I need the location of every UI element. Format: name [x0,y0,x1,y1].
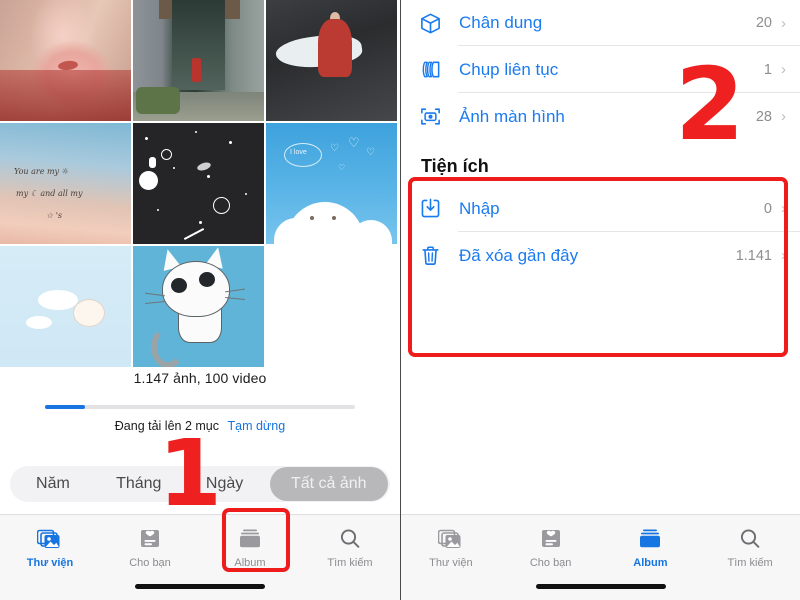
tab-library[interactable]: Thư viện [0,524,100,569]
album-row-portrait[interactable]: Chân dung 20 › [401,0,800,46]
album-count: 28 [755,108,772,125]
tab-library-label: Thư viện [429,557,473,569]
home-indicator [535,584,666,589]
home-indicator [135,584,265,589]
planet-icon [161,149,172,160]
tab-albums[interactable]: Album [601,524,701,569]
photos-icon [401,524,501,554]
tab-for-you[interactable]: Cho bạn [501,524,601,569]
cat-eye [171,278,187,293]
tab-library-label: Thư viện [26,557,74,569]
star-icon [245,193,247,195]
photos-icon [0,524,100,554]
quote-line-2: my ☾ and all my [16,189,83,198]
upload-progress-bar [45,405,355,409]
tab-search[interactable]: Tìm kiếm [700,524,800,569]
annotation-step-2: 2 [675,46,745,163]
tab-for-you-label: Cho bạn [529,557,572,569]
annotation-step-1: 1 [158,420,223,527]
satellite-icon [196,161,212,172]
album-count: 20 [755,15,772,31]
cloud-shape [38,290,78,310]
star-icon [195,131,197,133]
star-icon [199,221,202,224]
panel-divider [400,0,401,600]
photo-decor [135,87,181,114]
library-summary: 1.147 ảnh, 100 video [133,370,267,386]
photo-decor [191,58,201,83]
planet-icon [213,197,230,214]
photo-bunny-sky[interactable] [0,246,131,367]
star-icon [207,175,210,178]
shooting-star-icon [183,227,205,241]
search-icon [700,524,800,554]
right-tab-bar: Thư viện Cho bạn Album Tìm kiếm [401,514,800,600]
tab-for-you-label: Cho bạn [129,557,171,569]
photo-grid: You are my ☼ my ☾ and all my ☆ 's I love… [0,0,400,367]
tab-search-label: Tìm kiếm [327,557,373,569]
left-phone-screen: You are my ☼ my ☾ and all my ☆ 's I love… [0,0,400,600]
star-icon [229,141,232,144]
albums-icon [601,524,701,554]
chevron-right-icon: › [781,61,786,78]
photo-cloud-love[interactable]: I love ♡ ♡ ♡ ♡ [266,123,397,244]
moon-icon [139,171,158,190]
tab-search-label: Tìm kiếm [727,557,773,569]
progress-fill [45,405,86,409]
photo-sky-quote[interactable]: You are my ☼ my ☾ and all my ☆ 's [0,123,131,244]
segment-year[interactable]: Năm [10,466,96,502]
cloud-eye [332,216,336,220]
photo-portrait-girl[interactable] [0,0,131,121]
heart-icon: ♡ [348,135,360,150]
star-icon [157,209,159,211]
cat-tail [151,325,186,367]
star-icon [145,137,148,140]
heart-icon: ♡ [366,147,375,158]
photo-red-dress-rocks[interactable] [266,0,397,121]
tab-albums-label: Album [633,557,668,569]
heart-icon: ♡ [330,143,339,154]
segment-all-photos[interactable]: Tất cả ảnh [269,467,388,501]
for-you-icon [100,524,200,554]
right-phone-screen: Chân dung 20 › Chụp liên tục 1 › Ảnh màn… [401,0,800,600]
photo-decor [318,19,353,78]
cat-whisker [144,300,166,305]
cat-eye [199,272,215,287]
chevron-right-icon: › [781,14,786,32]
annotation-highlight-utilities [408,177,788,357]
bunny-shape [73,299,106,328]
astronaut-icon [149,157,156,168]
chevron-right-icon: › [781,108,786,125]
tab-for-you[interactable]: Cho bạn [100,524,200,569]
love-text: I love [290,149,307,156]
cloud-eye [310,216,314,220]
for-you-icon [501,524,601,554]
screenshot-root: You are my ☼ my ☾ and all my ☆ 's I love… [0,0,800,600]
tab-search[interactable]: Tìm kiếm [300,524,400,569]
quote-line-1: You are my ☼ [14,167,69,176]
annotation-highlight-album-tab [222,508,290,572]
quote-line-3: ☆ 's [46,211,63,220]
album-count: 1 [763,61,772,78]
burst-layers-icon [419,58,453,81]
heart-icon: ♡ [338,163,346,172]
star-icon [173,167,175,169]
photo-cat-illustration[interactable] [133,246,264,367]
tab-library[interactable]: Thư viện [401,524,501,569]
progress-track [45,405,355,409]
screenshot-camera-icon [419,105,453,128]
search-icon [300,524,400,554]
photo-stone-corridor[interactable] [133,0,264,121]
album-label: Chân dung [459,13,543,32]
cube-icon [419,12,453,35]
pause-upload-button[interactable]: Tạm dừng [228,419,286,433]
photo-space-dark[interactable] [133,123,264,244]
cloud-shape [26,316,52,329]
